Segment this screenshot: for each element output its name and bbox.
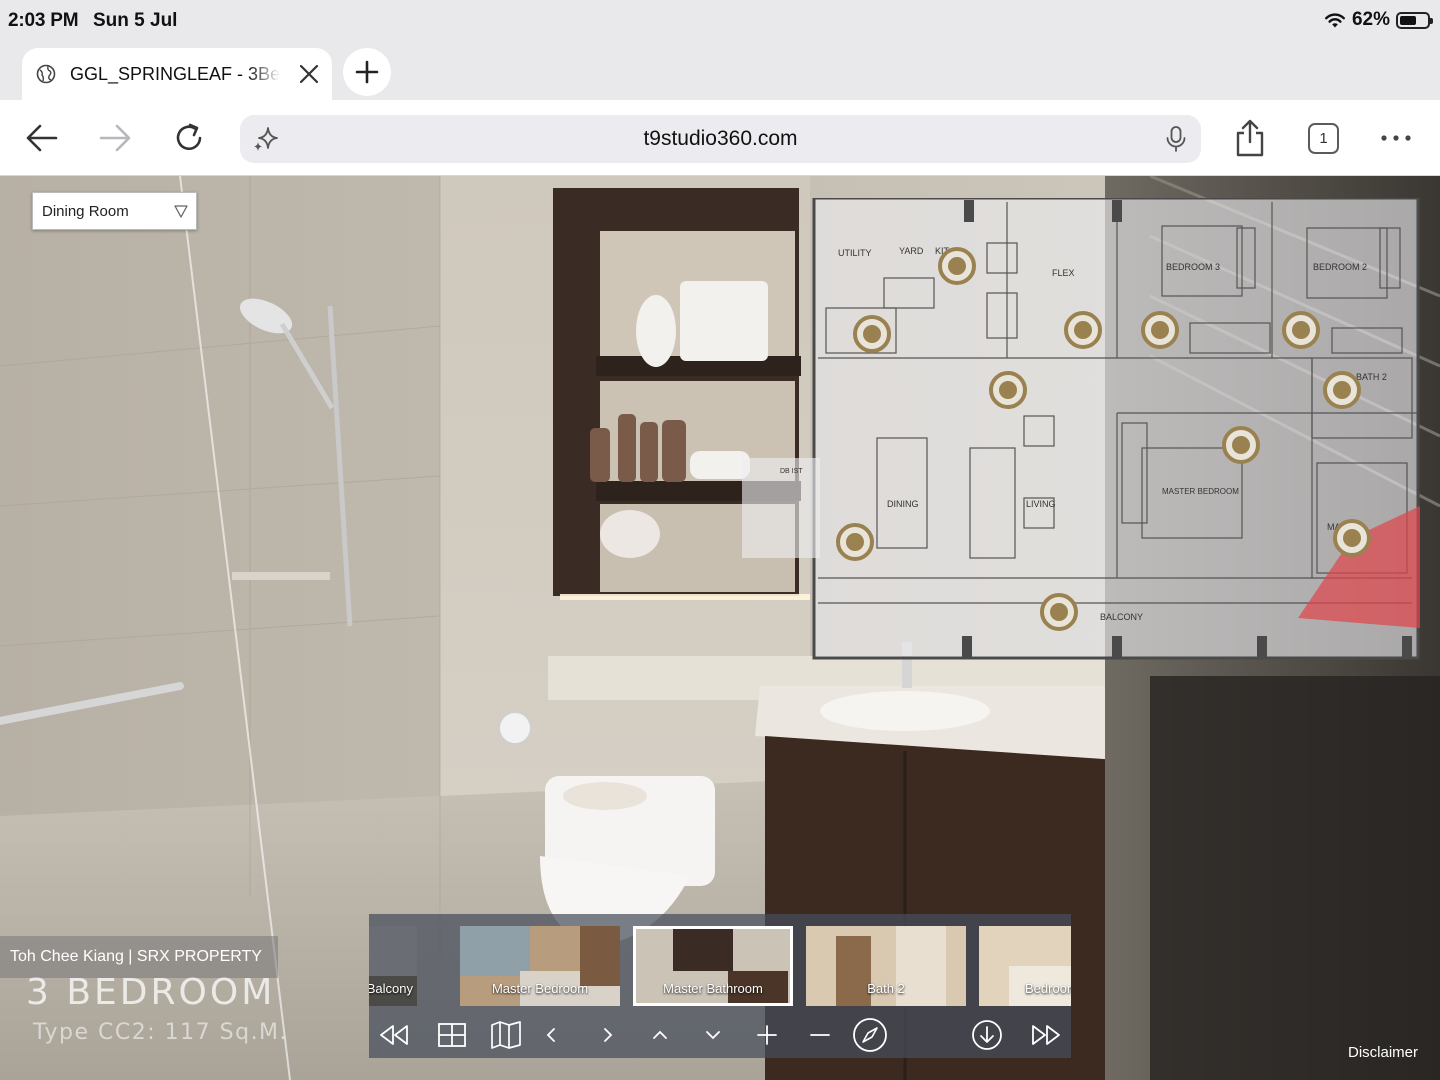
battery-level	[1400, 15, 1417, 25]
zoom-in-icon[interactable]	[750, 1018, 784, 1052]
chevron-right-icon[interactable]	[591, 1018, 625, 1052]
share-icon[interactable]	[1232, 118, 1268, 158]
floorplan-label: BATH 2	[1356, 372, 1387, 382]
reload-icon[interactable]	[171, 120, 207, 156]
hotspot-marker[interactable]	[1141, 311, 1179, 349]
floorplan-label: YARD	[899, 246, 924, 256]
unit-title: 3 BEDROOM	[26, 972, 276, 1013]
more-icon[interactable]	[1378, 120, 1414, 156]
tab-active[interactable]: GGL_SPRINGLEAF - 3Bedroom	[22, 48, 332, 100]
address-bar[interactable]: t9studio360.com	[240, 115, 1201, 163]
floorplan-label: BALCONY	[1100, 612, 1143, 622]
hotspot-marker[interactable]	[1333, 519, 1371, 557]
tab-strip: GGL_SPRINGLEAF - 3Bedroom	[0, 44, 1440, 100]
room-dropdown-value: Dining Room	[42, 203, 129, 220]
thumbnail-label: Bedroom	[1025, 981, 1071, 996]
microphone-icon[interactable]	[1163, 125, 1189, 153]
chevron-down-icon[interactable]	[696, 1018, 730, 1052]
compass-icon[interactable]	[851, 1016, 889, 1054]
thumbnail-bedroom[interactable]: Bedroom	[979, 926, 1071, 1006]
zoom-out-icon[interactable]	[803, 1018, 837, 1052]
thumbnail-bath-2[interactable]: Bath 2	[806, 926, 966, 1006]
rewind-icon[interactable]	[375, 1018, 411, 1052]
chevron-up-icon[interactable]	[643, 1018, 677, 1052]
hotspot-marker[interactable]	[1282, 311, 1320, 349]
floorplan-label: BEDROOM 2	[1313, 262, 1367, 272]
hotspot-marker[interactable]	[836, 523, 874, 561]
chevron-left-icon[interactable]	[534, 1018, 568, 1052]
tab-overview-button[interactable]: 1	[1308, 123, 1339, 154]
room-dropdown[interactable]: Dining Room	[32, 192, 197, 230]
hotspot-marker[interactable]	[1064, 311, 1102, 349]
floorplan-label: MASTER BEDROOM	[1162, 487, 1239, 496]
thumbnail-label: Master Bathroom	[663, 981, 763, 996]
battery-icon	[1396, 11, 1433, 29]
hotspot-marker[interactable]	[989, 371, 1027, 409]
close-icon[interactable]	[298, 63, 320, 85]
floorplan-label: UTILITY	[838, 248, 872, 258]
floorplan-label: FLEX	[1052, 268, 1075, 278]
status-time: 2:03 PM	[8, 10, 79, 31]
floorplan-label: BEDROOM 3	[1166, 262, 1220, 272]
map-icon[interactable]	[489, 1018, 523, 1052]
thumbnail-label: Bath 2	[867, 981, 905, 996]
fast-forward-icon[interactable]	[1029, 1018, 1065, 1052]
disclaimer-link[interactable]: Disclaimer	[1348, 1044, 1418, 1061]
hotspot-marker[interactable]	[853, 315, 891, 353]
status-bar: 2:03 PM Sun 5 Jul 62%	[0, 0, 1440, 44]
floorplan-label: DINING	[887, 499, 919, 509]
scene-thumbnail-strip[interactable]: Balcony Master Bedroom Master Bathroom B…	[369, 914, 1071, 1010]
status-indicators: 62%	[1324, 9, 1433, 31]
back-icon[interactable]	[24, 120, 60, 156]
floor-plan-icon[interactable]	[435, 1018, 469, 1052]
floorplan-label: DB IST	[780, 468, 803, 475]
hotspot-marker[interactable]	[1040, 593, 1078, 631]
thumbnail-label: Master Bedroom	[491, 981, 589, 996]
thumbnail-label: Balcony	[369, 981, 413, 996]
hotspot-marker[interactable]	[938, 247, 976, 285]
globe-icon	[36, 64, 56, 84]
forward-icon[interactable]	[97, 120, 133, 156]
hotspot-marker[interactable]	[1323, 371, 1361, 409]
tab-title: GGL_SPRINGLEAF - 3Bedroom	[70, 64, 280, 84]
floor-plan-map[interactable]: UTILITY YARD KIT FLEX BEDROOM 3 BEDROOM …	[742, 198, 1420, 660]
viewer-controls	[369, 1010, 1071, 1058]
floorplan-label: LIVING	[1026, 499, 1056, 509]
browser-toolbar: t9studio360.com 1	[0, 100, 1440, 176]
download-icon[interactable]	[969, 1017, 1005, 1053]
thumbnail-master-bedroom[interactable]: Master Bedroom	[460, 926, 620, 1006]
battery-percent: 62%	[1351, 9, 1390, 30]
panorama-viewer[interactable]: Dining Room UTILITY YARD KIT FLEX BEDROO…	[0, 176, 1440, 1080]
hotspot-marker[interactable]	[1222, 426, 1260, 464]
status-date: Sun 5 Jul	[93, 10, 178, 31]
wifi-icon	[1324, 13, 1345, 28]
new-tab-button[interactable]	[343, 48, 391, 96]
plus-icon	[355, 60, 379, 84]
url-text: t9studio360.com	[643, 127, 798, 150]
thumbnail-master-bathroom[interactable]: Master Bathroom	[633, 926, 793, 1006]
unit-type: Type CC2: 117 Sq.M.	[33, 1020, 289, 1045]
thumbnail-balcony[interactable]: Balcony	[369, 926, 417, 1006]
chevron-down-icon	[174, 205, 188, 218]
